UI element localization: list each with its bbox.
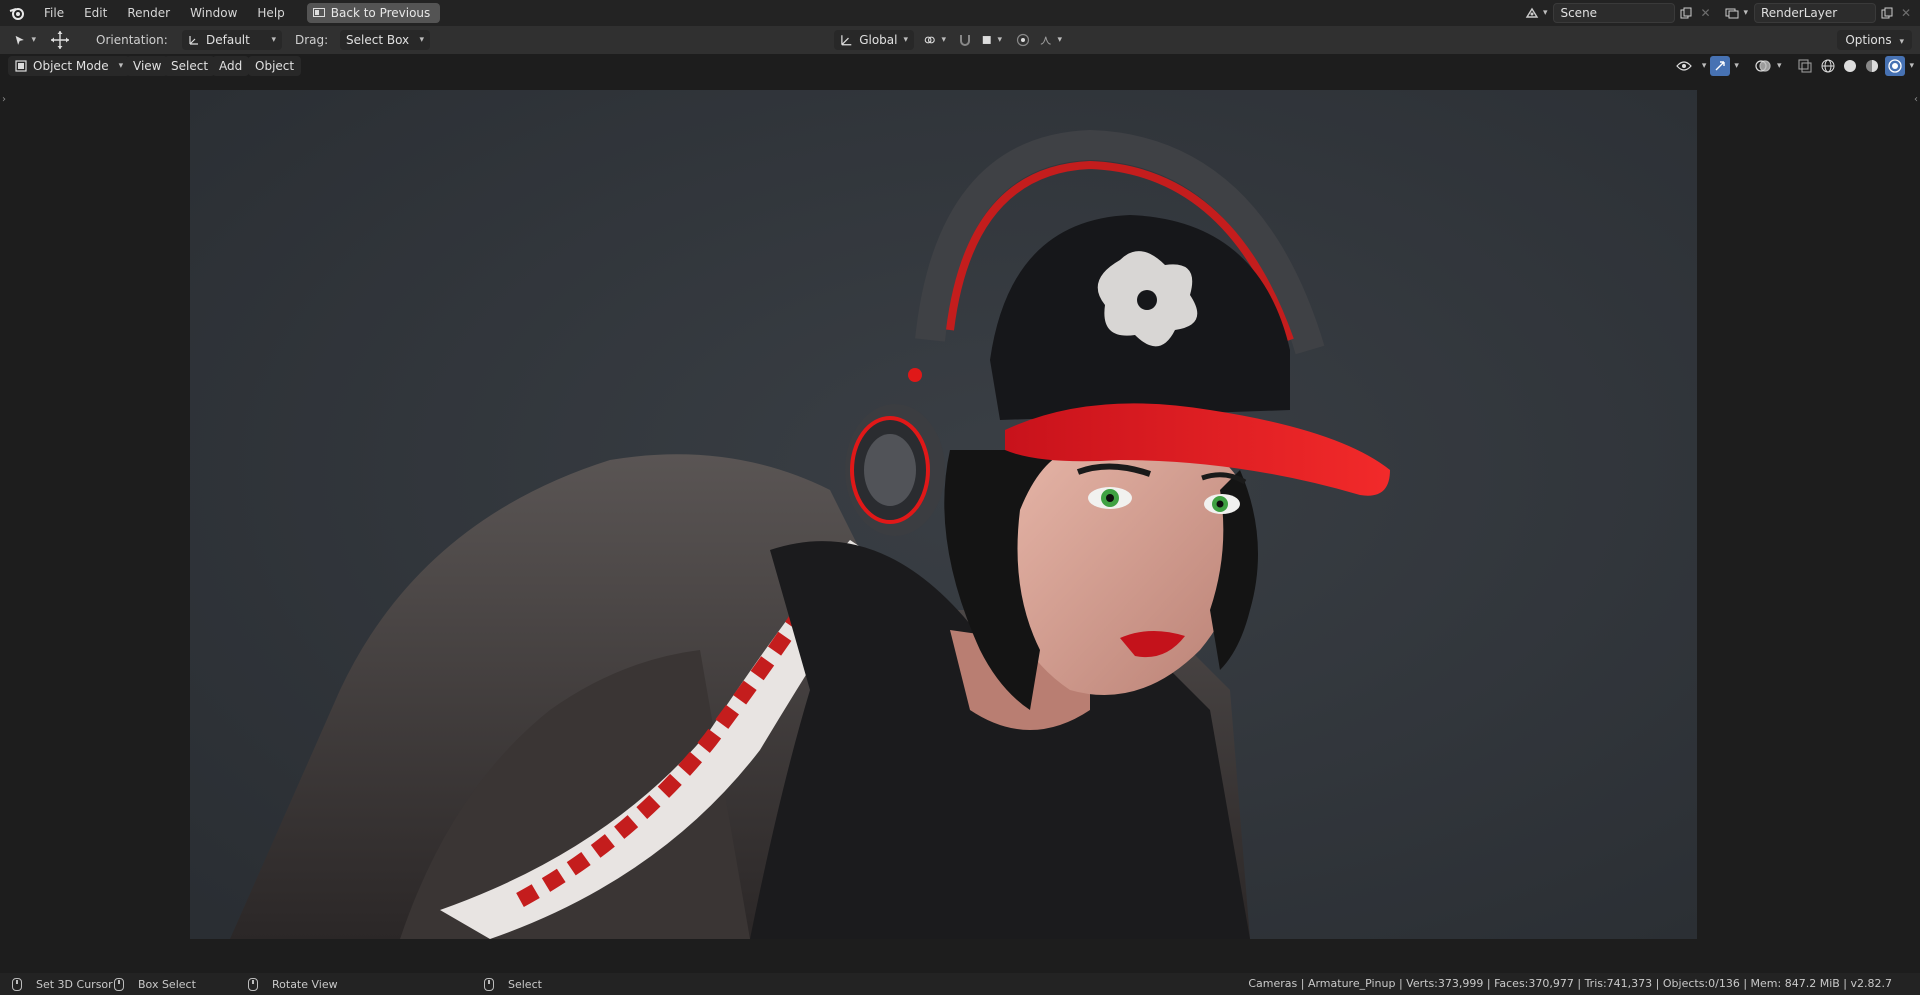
menu-help[interactable]: Help (247, 0, 294, 26)
status-bar: Set 3D Cursor Box Select Rotate View Sel… (0, 973, 1920, 995)
status-box-select: Box Select (114, 973, 196, 995)
tool-select-dropdown[interactable]: ▾ (8, 30, 42, 50)
object-mode-dropdown[interactable]: Object Mode ▾ (8, 56, 131, 76)
rendered-sphere-icon (1888, 59, 1903, 73)
gizmo-toggle[interactable] (1710, 56, 1731, 76)
top-menu-bar: File Edit Render Window Help Back to Pre… (0, 0, 1920, 26)
snap-toggle[interactable] (954, 30, 976, 50)
middle-mouse-icon (248, 977, 258, 991)
menu-object[interactable]: Object (248, 56, 302, 76)
workspace-selectors: ▾ Scene ✕ ▾ RenderLayer ✕ (1521, 0, 1920, 26)
camera-view-frame (190, 90, 1697, 939)
tool-settings-bar: ▾ Orientation: Default ▾ Drag: Select Bo… (0, 26, 1920, 54)
view-layer-icon[interactable] (1721, 3, 1743, 23)
view-layer-name-field[interactable]: RenderLayer (1754, 3, 1876, 23)
proportional-edit-toggle[interactable] (1012, 30, 1034, 50)
status-select: Select (484, 973, 542, 995)
orientation-dropdown[interactable]: Default ▾ (182, 30, 282, 50)
material-sphere-icon (1866, 60, 1879, 72)
shading-solid-button[interactable] (1841, 56, 1859, 76)
overlays-chevron-icon[interactable]: ▾ (1777, 61, 1782, 71)
rendered-character-image (190, 90, 1697, 939)
orientation-axes-icon (189, 36, 198, 45)
sidebar-expand-arrow-icon[interactable]: ‹ (1914, 94, 1918, 105)
viewport-header: Object Mode ▾ View Select Add Object ▾ ▾… (0, 54, 1920, 78)
cursor-tool-icon (15, 35, 24, 45)
menu-window[interactable]: Window (180, 0, 247, 26)
overlays-toggle[interactable] (1753, 56, 1773, 76)
scene-chevron-icon[interactable]: ▾ (1543, 8, 1548, 18)
xray-toggle[interactable] (1795, 56, 1815, 76)
toolbar-expand-arrow-icon[interactable]: › (2, 94, 6, 105)
gizmo-chevron-icon[interactable]: ▾ (1734, 61, 1739, 71)
move-tool-button[interactable] (50, 30, 76, 50)
left-mouse-icon (12, 977, 22, 991)
new-scene-icon[interactable] (1675, 3, 1697, 23)
drag-label: Drag: (295, 33, 329, 47)
screen-icon (312, 8, 325, 17)
eye-icon (1676, 61, 1693, 71)
back-to-previous-label: Back to Previous (330, 6, 431, 20)
scene-name-field[interactable]: Scene (1553, 3, 1676, 23)
options-dropdown[interactable]: Options ▾ (1837, 30, 1912, 50)
overlay-circles-icon (1755, 60, 1771, 72)
move-arrows-icon (51, 31, 69, 49)
falloff-dropdown[interactable]: ▾ (1034, 30, 1068, 50)
menu-render[interactable]: Render (117, 0, 180, 26)
shading-chevron-icon[interactable]: ▾ (1909, 61, 1914, 71)
menu-file[interactable]: File (34, 0, 74, 26)
menu-edit[interactable]: Edit (74, 0, 117, 26)
solid-sphere-icon (1844, 60, 1857, 72)
falloff-curve-icon (1040, 36, 1051, 45)
right-mouse-icon (484, 977, 494, 991)
drag-dropdown[interactable]: Select Box ▾ (340, 30, 430, 50)
shading-material-button[interactable] (1863, 56, 1881, 76)
scene-statistics: Cameras | Armature_Pinup | Verts:373,999… (1248, 977, 1892, 990)
blender-logo-icon[interactable] (0, 0, 34, 26)
shading-rendered-button[interactable] (1885, 56, 1906, 76)
drag-chevron-icon: ▾ (419, 35, 424, 45)
global-axes-icon (841, 35, 852, 46)
pivot-link-icon (924, 36, 935, 44)
transform-orientation-dropdown[interactable]: Global ▾ (834, 30, 914, 50)
viewport-shading-controls: ▾ ▾ ▾ ▾ (1676, 56, 1914, 76)
delete-view-layer-icon[interactable]: ✕ (1898, 6, 1914, 20)
new-view-layer-icon[interactable] (1876, 3, 1898, 23)
3d-viewport[interactable]: › ‹ (0, 78, 1920, 973)
pivot-point-dropdown[interactable]: ▾ (918, 30, 952, 50)
snap-square-icon (982, 36, 991, 44)
scene-icon[interactable] (1521, 3, 1543, 23)
magnet-icon (960, 35, 970, 46)
view-layer-chevron-icon[interactable]: ▾ (1743, 8, 1748, 18)
xray-icon (1798, 59, 1813, 73)
gizmo-arrow-icon (1715, 61, 1726, 71)
menu-select[interactable]: Select (164, 56, 216, 76)
shading-wireframe-button[interactable] (1819, 56, 1837, 76)
menu-add[interactable]: Add (212, 56, 250, 76)
back-to-previous-button[interactable]: Back to Previous (306, 3, 441, 23)
status-rotate-view: Rotate View (248, 973, 338, 995)
object-mode-icon (15, 60, 27, 72)
orientation-label: Orientation: (96, 33, 168, 47)
orientation-chevron-icon: ▾ (271, 35, 276, 45)
wireframe-sphere-icon (1821, 59, 1835, 73)
delete-scene-icon[interactable]: ✕ (1697, 6, 1713, 20)
drag-mouse-icon (114, 977, 124, 991)
menu-view[interactable]: View (126, 56, 169, 76)
object-visibility-dropdown[interactable]: ▾ (1676, 60, 1706, 72)
snap-target-dropdown[interactable]: ▾ (976, 30, 1008, 50)
proportional-dot-icon (1016, 33, 1030, 47)
status-set-cursor: Set 3D Cursor (12, 973, 113, 995)
